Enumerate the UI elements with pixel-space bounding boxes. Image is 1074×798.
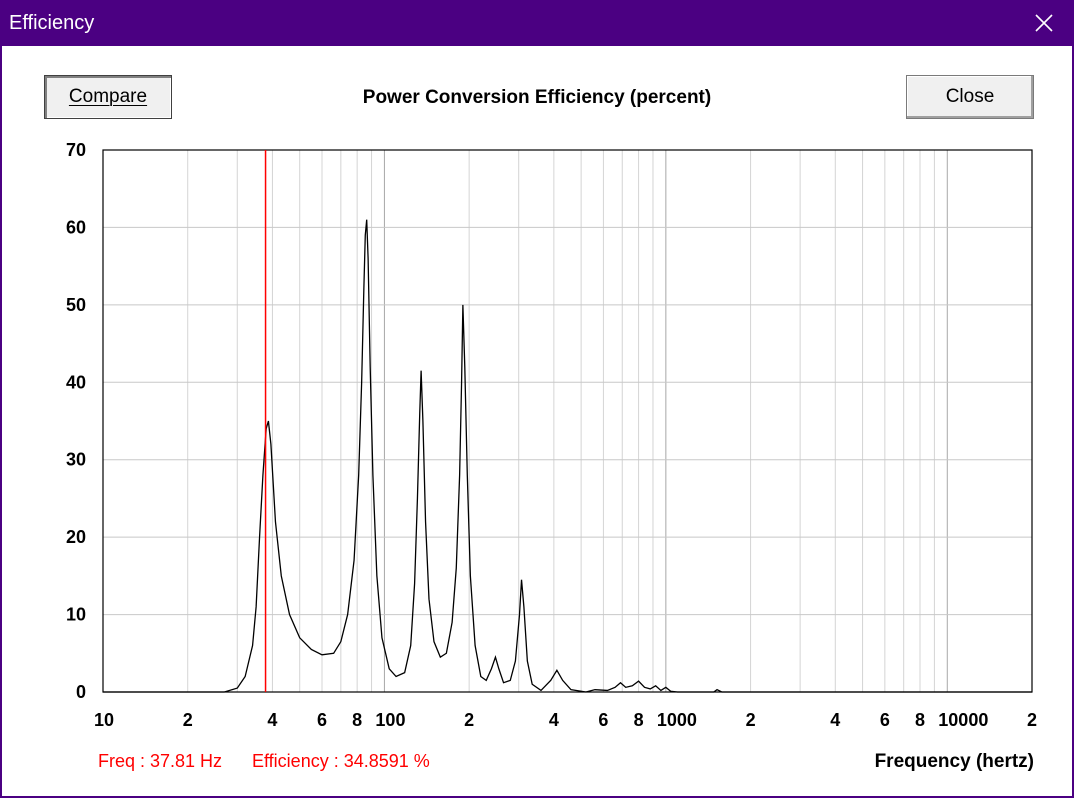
x-tick-label: 6: [880, 710, 890, 730]
x-tick-label: 6: [598, 710, 608, 730]
x-tick-label: 1000: [657, 710, 697, 730]
x-axis-tick-labels: 10 2 4 6 8 100 2 4 6 8 1000 2 4 6 8 10000 2: [94, 710, 1037, 730]
efficiency-chart[interactable]: 0 10 20 30 40 50 60 70 10 2 4 6 8 100 2 4 6 8 1000 2 4 6 8 100…: [2, 46, 1072, 746]
chart-grid: [103, 150, 1032, 692]
y-tick-label: 10: [66, 605, 86, 625]
x-tick-label: 100: [375, 710, 405, 730]
x-tick-label: 8: [915, 710, 925, 730]
efficiency-curve: [103, 219, 1032, 693]
efficiency-window: Efficiency Compare Power Conversion Effi…: [0, 0, 1074, 798]
x-tick-label: 2: [183, 710, 193, 730]
y-tick-label: 50: [66, 295, 86, 315]
x-tick-label: 6: [317, 710, 327, 730]
window-close-icon[interactable]: [1030, 8, 1058, 38]
x-tick-label: 10000: [938, 710, 988, 730]
x-tick-label: 8: [634, 710, 644, 730]
x-axis-title: Frequency (hertz): [874, 751, 1034, 772]
x-tick-label: 4: [549, 710, 559, 730]
title-bar[interactable]: Efficiency: [0, 0, 1074, 46]
plot-frame: [102, 149, 1033, 693]
y-tick-label: 70: [66, 140, 86, 160]
x-tick-label: 2: [1027, 710, 1037, 730]
x-tick-label: 2: [746, 710, 756, 730]
x-tick-label: 8: [352, 710, 362, 730]
window-title: Efficiency: [9, 12, 95, 34]
x-tick-label: 4: [830, 710, 840, 730]
freq-readout: Freq : 37.81 Hz: [98, 751, 223, 771]
x-tick-label: 4: [267, 710, 277, 730]
y-axis-tick-labels: 0 10 20 30 40 50 60 70: [66, 140, 86, 702]
dialog-client-area: Compare Power Conversion Efficiency (per…: [2, 46, 1072, 796]
y-tick-label: 60: [66, 217, 86, 237]
y-tick-label: 0: [76, 682, 86, 702]
y-tick-label: 40: [66, 372, 86, 392]
y-tick-label: 30: [66, 450, 86, 470]
x-tick-label: 10: [94, 710, 114, 730]
efficiency-readout: Efficiency : 34.8591 %: [252, 751, 430, 771]
y-tick-label: 20: [66, 527, 86, 547]
x-tick-label: 2: [464, 710, 474, 730]
